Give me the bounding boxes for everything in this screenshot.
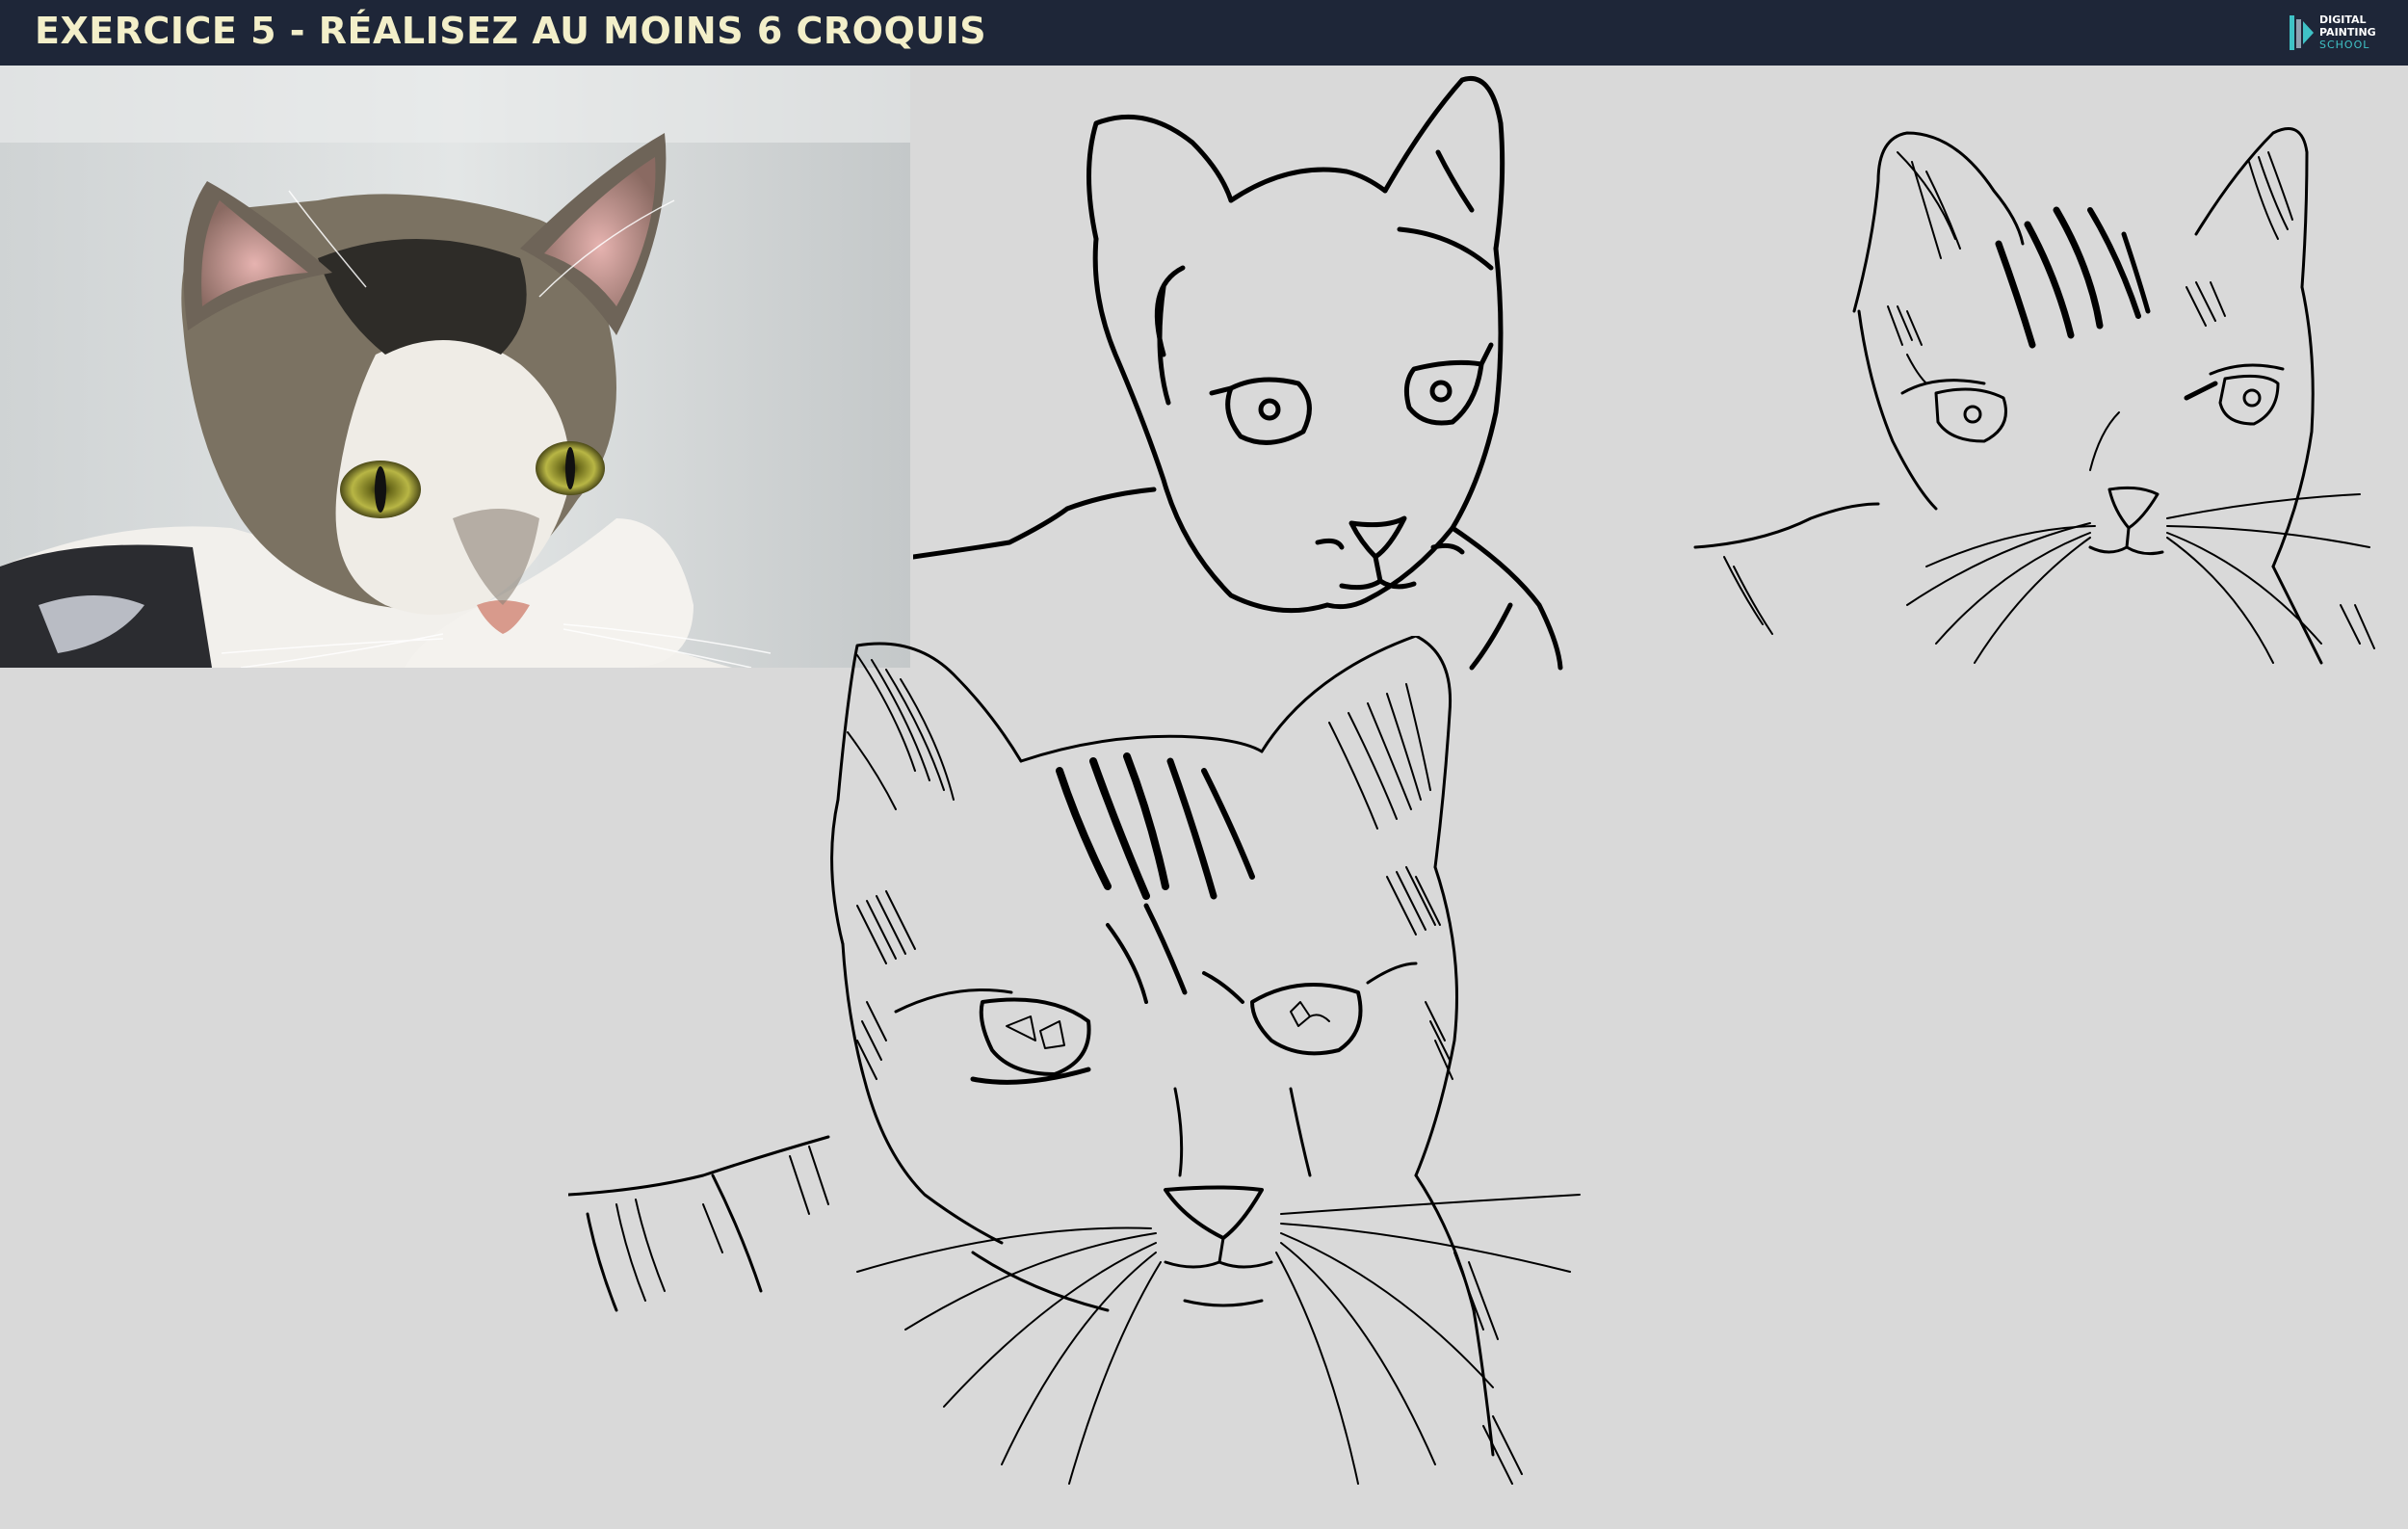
page-title: EXERCICE 5 - RÉALISEZ AU MOINS 6 CROQUIS: [35, 10, 987, 52]
logo-brush-icon: [2290, 15, 2314, 50]
logo-line-2: PAINTING: [2319, 26, 2376, 39]
logo-text: DIGITAL PAINTING SCHOOL: [2319, 13, 2376, 51]
header-bar: EXERCICE 5 - RÉALISEZ AU MOINS 6 CROQUIS…: [0, 0, 2408, 66]
sketch-with-stripes: [1686, 66, 2398, 682]
logo-line-3: SCHOOL: [2319, 39, 2370, 51]
page: EXERCICE 5 - RÉALISEZ AU MOINS 6 CROQUIS…: [0, 0, 2408, 1529]
sketch-simple-outline: [913, 66, 1626, 672]
logo-line-1: DIGITAL: [2319, 13, 2367, 26]
reference-cat-photo: [0, 66, 910, 668]
digital-painting-school-logo: DIGITAL PAINTING SCHOOL: [2287, 10, 2393, 56]
sketch-detailed: [568, 636, 1609, 1522]
